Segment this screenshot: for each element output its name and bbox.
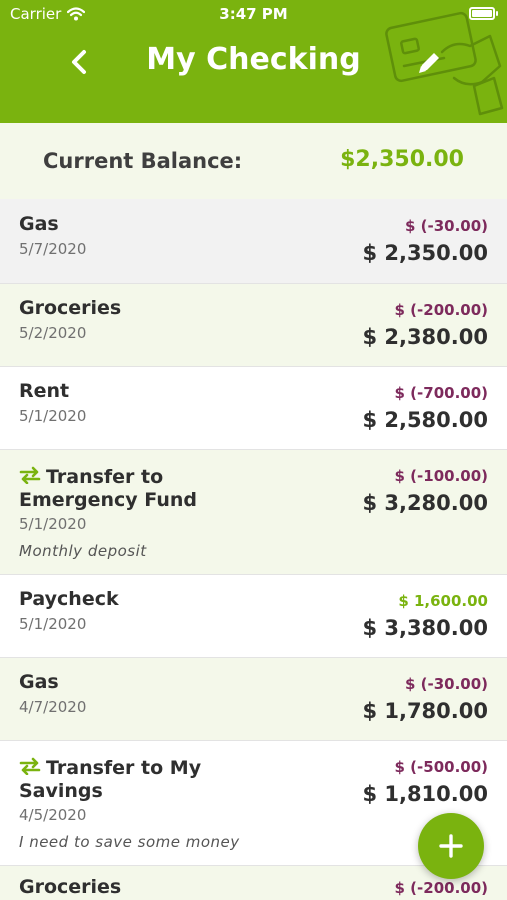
transaction-row[interactable]: Gas 4/7/2020 $ (-30.00) $ 1,780.00: [0, 657, 507, 740]
transaction-description: Gas: [19, 213, 59, 235]
current-balance-label: Current Balance:: [43, 149, 243, 173]
running-balance: $ 3,380.00: [362, 616, 488, 640]
transaction-row[interactable]: Paycheck 5/1/2020 $ 1,600.00 $ 3,380.00: [0, 574, 507, 657]
transaction-date: 5/2/2020: [19, 324, 87, 342]
transaction-description: Rent: [19, 380, 70, 402]
transaction-row[interactable]: Rent 5/1/2020 $ (-700.00) $ 2,580.00: [0, 366, 507, 449]
transaction-description: Groceries: [19, 297, 122, 319]
transaction-list: Gas 5/7/2020 $ (-30.00) $ 2,350.00 Groce…: [0, 199, 507, 900]
transaction-description: Groceries: [19, 876, 122, 898]
transaction-description: Transfer to Emergency Fund: [19, 466, 197, 512]
transaction-date: 5/1/2020: [19, 407, 87, 425]
transaction-note: Monthly deposit: [19, 542, 147, 560]
transaction-description: Paycheck: [19, 588, 119, 610]
pencil-icon: [419, 53, 439, 73]
app-header: Carrier 3:47 PM My Checking: [0, 0, 507, 123]
transaction-row[interactable]: Gas 5/7/2020 $ (-30.00) $ 2,350.00: [0, 199, 507, 283]
current-balance-bar: Current Balance: $2,350.00: [0, 123, 507, 199]
transaction-date: 5/1/2020: [19, 515, 87, 533]
transaction-row[interactable]: Transfer to Emergency Fund 5/1/2020 Mont…: [0, 449, 507, 574]
running-balance: $ 1,810.00: [362, 782, 488, 806]
transaction-description-line2: Savings: [19, 780, 103, 802]
transaction-amount: $ (-30.00): [404, 675, 488, 693]
transaction-date: 4/5/2020: [19, 806, 87, 824]
transaction-description: Transfer to My Savings: [19, 757, 201, 803]
running-balance: $ 1,780.00: [362, 699, 488, 723]
credit-card-illustration: [385, 11, 504, 116]
current-balance-value: $2,350.00: [340, 147, 464, 172]
transaction-description-line1: Transfer to: [46, 466, 164, 488]
running-balance: $ 2,380.00: [362, 325, 488, 349]
add-transaction-button[interactable]: [418, 813, 484, 879]
transaction-amount: $ (-700.00): [394, 384, 488, 402]
transaction-amount: $ (-200.00): [394, 879, 488, 897]
transaction-amount: $ (-500.00): [394, 758, 488, 776]
transaction-amount: $ (-100.00): [394, 467, 488, 485]
plus-icon: [439, 834, 463, 858]
transaction-date: 4/7/2020: [19, 698, 87, 716]
running-balance: $ 3,280.00: [362, 491, 488, 515]
edit-account-button[interactable]: [414, 48, 444, 78]
transfer-icon: [19, 466, 41, 484]
transaction-amount: $ (-30.00): [404, 217, 488, 235]
running-balance: $ 2,350.00: [362, 241, 488, 265]
transaction-row[interactable]: Groceries 5/2/2020 $ (-200.00) $ 2,380.0…: [0, 283, 507, 366]
transaction-date: 5/7/2020: [19, 240, 87, 258]
transaction-note: I need to save some money: [19, 833, 240, 851]
transaction-description-line2: Emergency Fund: [19, 489, 197, 511]
running-balance: $ 2,580.00: [362, 408, 488, 432]
transaction-description-line1: Transfer to My: [46, 757, 202, 779]
transaction-description: Gas: [19, 671, 59, 693]
transaction-amount: $ (-200.00): [394, 301, 488, 319]
transaction-amount: $ 1,600.00: [398, 592, 488, 610]
transfer-icon: [19, 757, 41, 775]
transaction-date: 5/1/2020: [19, 615, 87, 633]
